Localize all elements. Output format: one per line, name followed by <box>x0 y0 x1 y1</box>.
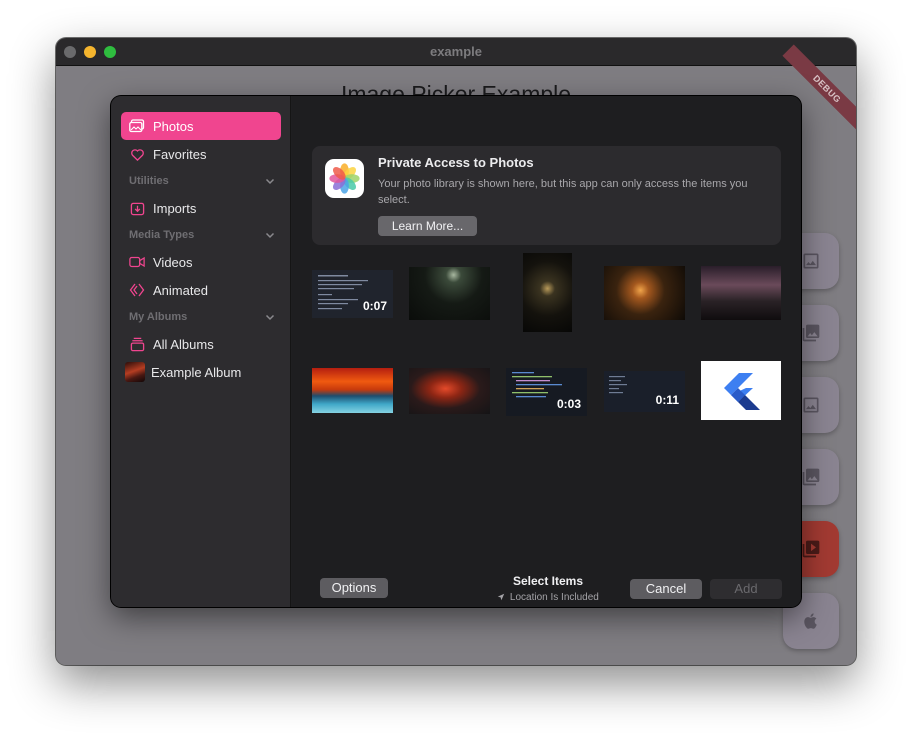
photo-thumbnail[interactable]: 0:07 <box>312 270 393 318</box>
photo-thumbnail[interactable] <box>409 368 490 414</box>
picker-main: Private Access to Photos Your photo libr… <box>292 96 801 607</box>
section-utilities[interactable]: Utilities <box>129 173 275 189</box>
image-icon <box>802 324 820 342</box>
section-label: Media Types <box>129 229 195 241</box>
sidebar-item-favorites[interactable]: Favorites <box>121 140 281 168</box>
cancel-button[interactable]: Cancel <box>630 579 702 599</box>
albums-icon <box>129 336 145 352</box>
options-button[interactable]: Options <box>320 578 388 598</box>
sidebar-item-label: All Albums <box>153 336 214 352</box>
sidebar-item-label: Imports <box>153 200 197 216</box>
add-button[interactable]: Add <box>710 579 782 599</box>
section-media-types[interactable]: Media Types <box>129 227 275 243</box>
sidebar-item-label: Animated <box>153 282 208 298</box>
chevron-down-icon <box>265 178 275 185</box>
video-duration: 0:07 <box>362 299 387 313</box>
sidebar-item-imports[interactable]: Imports <box>121 194 281 222</box>
animated-icon <box>129 282 145 298</box>
section-my-albums[interactable]: My Albums <box>129 309 275 325</box>
image-icon <box>802 468 820 486</box>
photo-thumbnail[interactable]: 0:11 <box>604 371 685 412</box>
photos-icon <box>129 118 145 134</box>
picker-sidebar: Photos Favorites Utilities Imports Media… <box>111 96 291 607</box>
photo-thumbnail[interactable] <box>701 266 781 320</box>
apple-icon <box>804 613 817 629</box>
image-icon <box>803 397 819 413</box>
sidebar-item-label: Example Album <box>151 364 242 380</box>
footer-title: Select Items <box>512 574 584 588</box>
flutter-logo <box>724 373 760 410</box>
location-arrow-icon <box>497 593 505 601</box>
video-duration: 0:11 <box>655 393 679 407</box>
sidebar-item-photos[interactable]: Photos <box>121 112 281 140</box>
album-thumbnail <box>125 362 145 382</box>
photo-thumbnail[interactable]: 0:03 <box>506 368 587 416</box>
section-label: My Albums <box>129 311 188 323</box>
learn-more-button[interactable]: Learn More... <box>378 216 477 236</box>
sidebar-item-animated[interactable]: Animated <box>121 276 281 304</box>
location-text: Location Is Included <box>509 592 599 603</box>
video-icon <box>802 540 820 558</box>
title-bar: example <box>56 38 856 66</box>
photo-thumbnail[interactable] <box>409 267 490 320</box>
photo-thumbnail[interactable] <box>523 253 572 332</box>
chevron-down-icon <box>265 232 275 239</box>
sidebar-item-label: Photos <box>153 118 194 134</box>
photo-picker-sheet: Photos Favorites Utilities Imports Media… <box>111 96 801 607</box>
photos-app-icon <box>325 159 364 198</box>
notice-title: Private Access to Photos <box>378 155 534 170</box>
image-icon <box>803 253 819 269</box>
heart-icon <box>129 146 145 162</box>
notice-body: Your photo library is shown here, but th… <box>378 178 748 206</box>
video-icon <box>129 254 145 270</box>
sidebar-item-example-album[interactable]: Example Album <box>121 358 281 386</box>
window-title: example <box>429 44 483 59</box>
sidebar-item-label: Videos <box>153 254 193 270</box>
section-label: Utilities <box>129 175 169 187</box>
video-duration: 0:03 <box>556 397 581 411</box>
footer-subtitle: Location Is Included <box>482 592 614 603</box>
chevron-down-icon <box>265 314 275 321</box>
sidebar-item-videos[interactable]: Videos <box>121 248 281 276</box>
photo-thumbnail[interactable] <box>604 266 685 320</box>
import-icon <box>129 200 145 216</box>
photo-thumbnail[interactable] <box>312 368 393 413</box>
private-access-notice: Private Access to Photos Your photo libr… <box>312 146 781 245</box>
sidebar-item-label: Favorites <box>153 146 207 162</box>
sidebar-item-all-albums[interactable]: All Albums <box>121 330 281 358</box>
photo-thumbnail[interactable] <box>701 361 781 420</box>
